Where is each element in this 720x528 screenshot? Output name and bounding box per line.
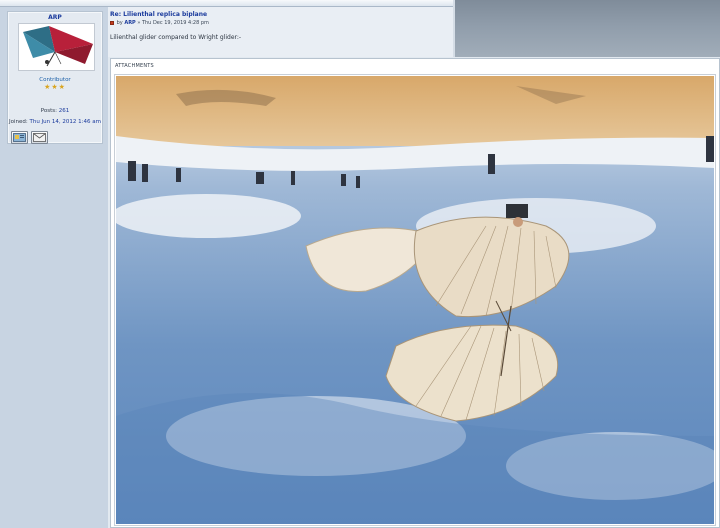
posts-value-link[interactable]: 261 (59, 108, 70, 114)
post-title-link[interactable]: Re: Lilienthal replica biplane (110, 11, 207, 18)
post-icon[interactable] (110, 20, 114, 25)
post-profile-column: ARP Contributor ★★★ Posts: 261 Joined: T… (0, 7, 108, 528)
joined-value: Thu Jun 14, 2012 1:46 am (29, 119, 101, 125)
send-email-button[interactable] (31, 131, 48, 144)
user-profile-panel: ARP Contributor ★★★ Posts: 261 Joined: T… (7, 11, 103, 144)
email-icon (33, 133, 46, 142)
join-date: Joined: Thu Jun 14, 2012 1:46 am (8, 119, 102, 125)
posts-label: Posts: (40, 108, 57, 114)
post-date: » Thu Dec 19, 2019 4:28 pm (137, 20, 209, 26)
post-count: Posts: 261 (8, 108, 102, 114)
post-by-label: by (116, 20, 123, 26)
joined-label: Joined: (9, 119, 28, 125)
website-icon (13, 133, 26, 142)
attachments-label: ATTACHMENTS (115, 63, 154, 69)
top-strip (0, 0, 453, 7)
avatar (18, 23, 95, 71)
glider-photo (116, 76, 714, 524)
post-meta: by ARP » Thu Dec 19, 2019 4:28 pm (110, 20, 209, 26)
username-link[interactable]: ARP (8, 14, 102, 21)
website-button[interactable] (11, 131, 28, 144)
header-background (453, 0, 720, 57)
post-author-link[interactable]: ARP (124, 20, 135, 26)
post-content: Lilienthal glider compared to Wright gli… (110, 34, 242, 41)
attachment-image[interactable] (114, 74, 716, 526)
attachments-box: ATTACHMENTS (110, 58, 720, 528)
rank-stars: ★★★ (44, 83, 66, 91)
